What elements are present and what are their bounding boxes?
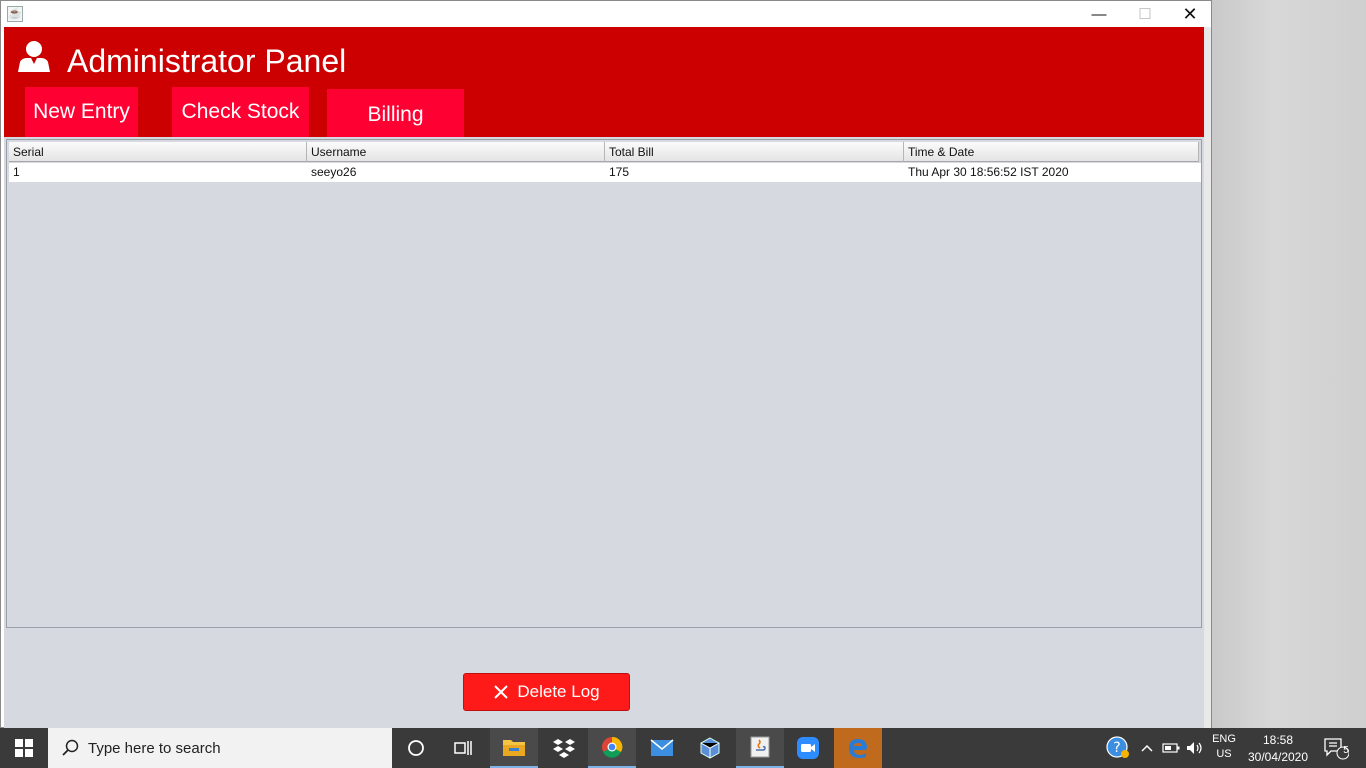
page-title: Administrator Panel (67, 43, 347, 79)
close-button[interactable]: ✕ (1167, 1, 1213, 27)
chevron-up-icon (1141, 744, 1153, 752)
windows-logo-icon (15, 739, 33, 757)
clock[interactable]: 18:58 30/04/2020 (1244, 733, 1312, 764)
search-icon (62, 739, 79, 756)
cell-time-date[interactable]: Thu Apr 30 18:56:52 IST 2020 (904, 163, 1199, 182)
title-bar: ☕ — ☐ ✕ (1, 1, 1211, 27)
window-edge (1204, 27, 1211, 729)
java-icon (750, 736, 770, 758)
cortana-button[interactable] (392, 728, 440, 768)
new-entry-button[interactable]: New Entry (25, 87, 138, 137)
virtualbox-button[interactable] (686, 728, 734, 768)
notification-count-badge: 5 (1343, 745, 1349, 756)
delete-log-button[interactable]: Delete Log (463, 673, 630, 711)
dropbox-icon (553, 739, 575, 758)
column-header-username[interactable]: Username (307, 142, 605, 162)
taskbar-search[interactable]: Type here to search (48, 728, 392, 768)
action-center-button[interactable]: 5 (1316, 728, 1356, 768)
start-button[interactable] (0, 728, 48, 768)
help-tray-button[interactable]: ? (1100, 728, 1136, 768)
column-header-serial[interactable]: Serial (9, 142, 307, 162)
task-view-icon (454, 741, 472, 755)
mail-button[interactable] (638, 728, 686, 768)
edge-browser-icon (849, 739, 867, 758)
cell-username[interactable]: seeyo26 (307, 163, 605, 182)
java-app-taskbar-button[interactable] (736, 728, 784, 768)
clock-date: 30/04/2020 (1247, 750, 1309, 764)
table-header: Serial Username Total Bill Time & Date (9, 142, 1199, 162)
language-code: ENG (1212, 733, 1236, 745)
search-placeholder: Type here to search (88, 739, 221, 757)
svg-text:?: ? (1113, 740, 1120, 756)
file-explorer-button[interactable] (490, 728, 538, 768)
chrome-icon (602, 736, 623, 758)
speaker-icon (1187, 742, 1202, 754)
help-question-icon: ? (1106, 736, 1129, 758)
cell-total-bill[interactable]: 175 (605, 163, 904, 182)
column-header-total-bill[interactable]: Total Bill (605, 142, 904, 162)
region-code: US (1216, 748, 1232, 760)
check-stock-button[interactable]: Check Stock (172, 87, 309, 137)
desktop-background (1211, 0, 1366, 728)
main-content: Administrator Panel New Entry Check Stoc… (4, 27, 1204, 729)
cortana-circle-icon (408, 740, 424, 756)
battery-tray-button[interactable] (1158, 728, 1184, 768)
admin-header: Administrator Panel New Entry Check Stoc… (4, 27, 1204, 137)
taskbar: Type here to search ? ENG US 18:58 30/04… (0, 728, 1366, 768)
close-x-icon (494, 685, 509, 699)
maximize-button[interactable]: ☐ (1122, 1, 1168, 27)
show-hidden-icons-button[interactable] (1136, 728, 1158, 768)
clock-time: 18:58 (1262, 733, 1294, 747)
task-view-button[interactable] (440, 728, 488, 768)
mail-icon (650, 739, 674, 756)
cube-icon (700, 737, 720, 759)
table-row[interactable]: 1 seeyo26 175 Thu Apr 30 18:56:52 IST 20… (9, 163, 1201, 182)
minimize-button[interactable]: — (1076, 1, 1122, 27)
folder-icon (503, 740, 525, 756)
column-header-time-date[interactable]: Time & Date (904, 142, 1199, 162)
billing-log-table: Serial Username Total Bill Time & Date 1… (6, 139, 1202, 628)
input-language[interactable]: ENG US (1210, 733, 1238, 760)
user-icon (18, 41, 50, 72)
edge-button[interactable] (834, 728, 882, 768)
java-app-icon: ☕ (7, 6, 23, 22)
chrome-button[interactable] (588, 728, 636, 768)
billing-button[interactable]: Billing (327, 89, 464, 137)
dropbox-button[interactable] (540, 728, 588, 768)
delete-log-label: Delete Log (517, 682, 600, 701)
zoom-button[interactable] (784, 728, 832, 768)
volume-tray-button[interactable] (1184, 728, 1206, 768)
app-window: ☕ — ☐ ✕ Administrator Panel New Entry Ch… (0, 0, 1212, 729)
battery-icon (1162, 743, 1180, 753)
cell-serial[interactable]: 1 (9, 163, 307, 182)
video-camera-icon (797, 737, 819, 759)
